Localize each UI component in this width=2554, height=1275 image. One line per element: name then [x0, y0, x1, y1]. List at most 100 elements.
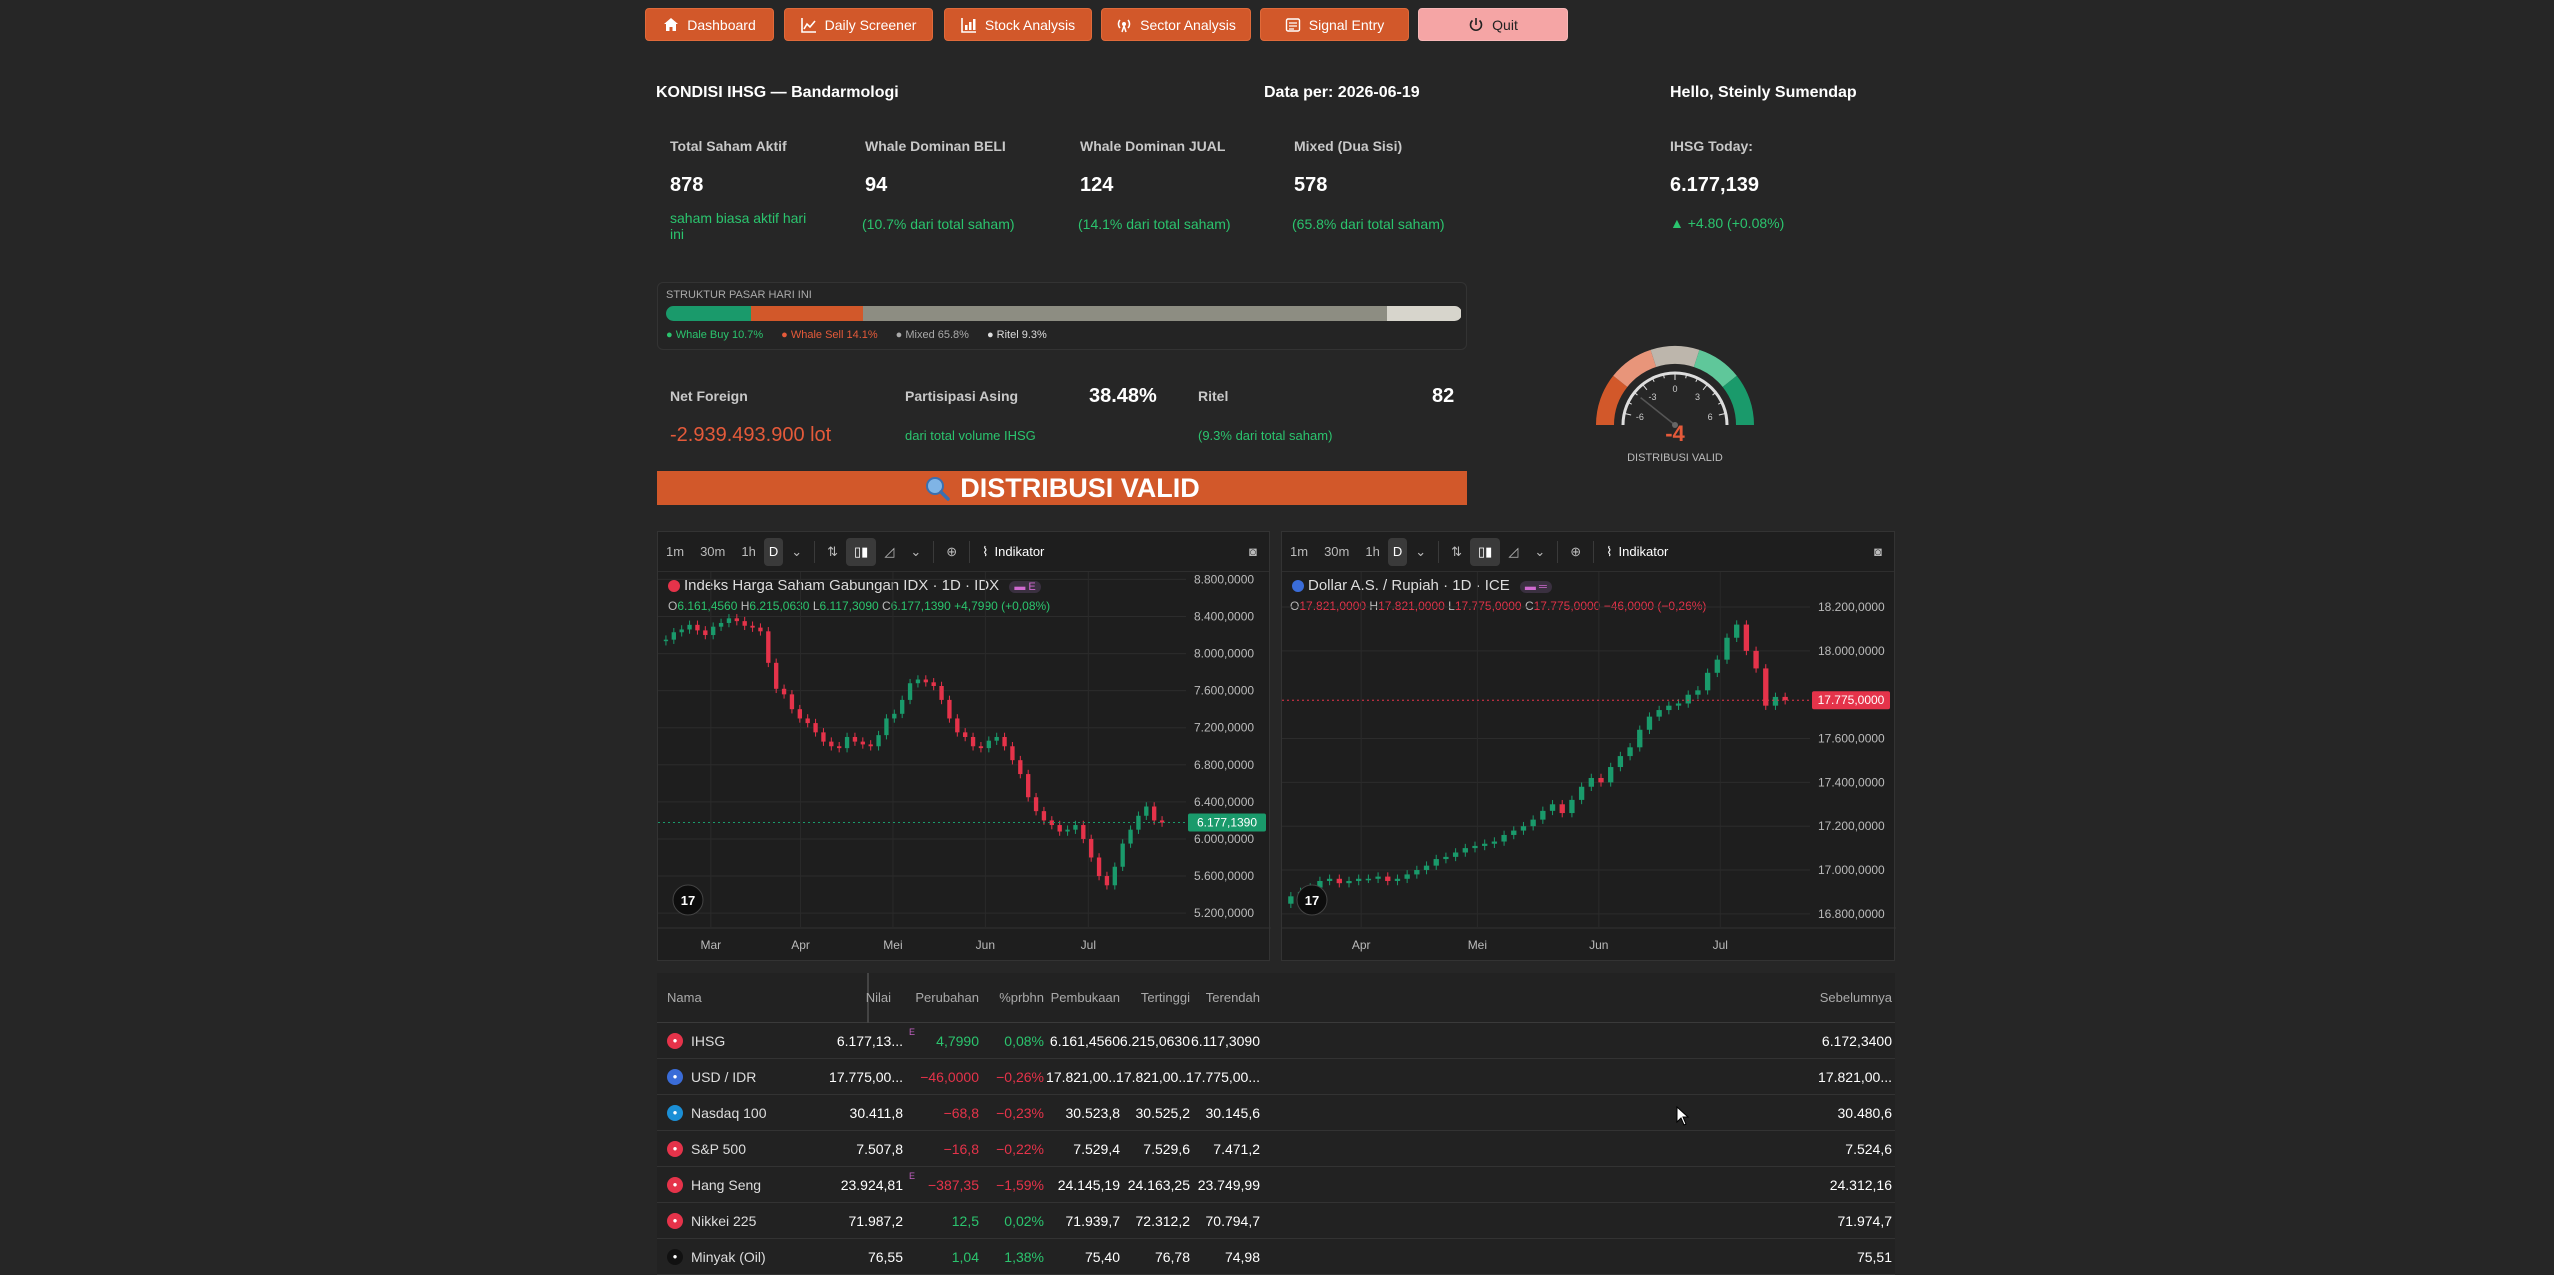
divider	[1593, 540, 1595, 563]
row-pct: 1,38%	[1004, 1248, 1044, 1265]
row-value: 17.775,00...	[829, 1068, 903, 1085]
tf-1m[interactable]: 1m	[658, 538, 692, 566]
row-change: −387,35	[928, 1176, 979, 1193]
nav-dashboard-button[interactable]: Dashboard	[645, 8, 774, 41]
row-name[interactable]: Nikkei 225	[691, 1213, 756, 1229]
table-body: ● IHSG 6.177,13... E 4,7990 0,08% 6.161,…	[657, 1023, 1895, 1275]
table-row[interactable]: ● S&P 500 7.507,8 −16,8 −0,22% 7.529,4 7…	[657, 1131, 1895, 1167]
x-tick-label: Apr	[1352, 938, 1371, 952]
candles-icon[interactable]: ▯▮	[1470, 537, 1501, 566]
nav-daily-screener-button[interactable]: Daily Screener	[784, 8, 933, 41]
col-nama[interactable]: Nama	[667, 990, 702, 1005]
nav-quit-button[interactable]: Quit	[1418, 8, 1568, 41]
row-low: 70.794,7	[1205, 1212, 1261, 1229]
chart-toolbar: 1m 30m 1h D ⌄ ⇅ ▯▮ ◿ ⌄ ⊕ ⌇ Indikator ◙	[1282, 532, 1894, 572]
table-row[interactable]: ● IHSG 6.177,13... E 4,7990 0,08% 6.161,…	[657, 1023, 1895, 1059]
chevron-down-icon[interactable]: ⌄	[1407, 538, 1434, 566]
row-name[interactable]: Minyak (Oil)	[691, 1249, 766, 1265]
nav-signal-entry-button[interactable]: Signal Entry	[1260, 8, 1409, 41]
col-nilai[interactable]: Nilai	[866, 990, 891, 1005]
x-tick-label: Jun	[1589, 938, 1608, 952]
sp500-icon: ●	[667, 1140, 683, 1157]
col-tertinggi[interactable]: Tertinggi	[1141, 990, 1190, 1005]
divider	[814, 540, 816, 563]
row-open: 30.523,8	[1065, 1104, 1121, 1121]
camera-icon[interactable]: ◙	[1241, 538, 1265, 566]
row-name[interactable]: S&P 500	[691, 1141, 746, 1157]
row-open: 24.145,19	[1057, 1176, 1120, 1193]
table-row[interactable]: ● Nikkei 225 71.987,2 12,5 0,02% 71.939,…	[657, 1203, 1895, 1239]
candle-body	[1089, 838, 1094, 858]
add-icon[interactable]: ⊕	[938, 538, 965, 566]
row-pct: −0,23%	[996, 1104, 1044, 1121]
nav-stock-analysis-label: Stock Analysis	[984, 16, 1076, 33]
candle-body	[963, 732, 968, 737]
x-tick-label: Jun	[976, 938, 995, 952]
usdidr-chart-panel: 1m 30m 1h D ⌄ ⇅ ▯▮ ◿ ⌄ ⊕ ⌇ Indikator ◙ Do…	[1281, 531, 1896, 962]
ihsg-candle-chart[interactable]: 8.800,0000 8.400,0000 8.000,0000 7.600,0000…	[658, 572, 1271, 962]
x-tick-label: Jul	[1081, 938, 1096, 952]
nav-sector-analysis-button[interactable]: Sector Analysis	[1101, 8, 1251, 41]
divider	[933, 540, 935, 563]
area-chart-icon[interactable]: ◿	[1500, 538, 1526, 566]
row-name[interactable]: Hang Seng	[691, 1177, 761, 1193]
row-high: 7.529,6	[1143, 1140, 1190, 1157]
row-name[interactable]: Nasdaq 100	[691, 1105, 767, 1121]
candle-body	[766, 631, 771, 663]
usdidr-candle-chart[interactable]: 18.200,0000 18.000,0000 17.600,0000 17.400,…	[1282, 572, 1896, 962]
table-row[interactable]: ● Hang Seng 23.924,81 E −387,35 −1,59% 2…	[657, 1167, 1895, 1203]
col-pct[interactable]: %prbhn	[999, 990, 1044, 1005]
tf-d[interactable]: D	[763, 537, 784, 566]
tf-1h[interactable]: 1h	[733, 538, 763, 566]
x-tick-label: Mar	[700, 938, 721, 952]
indikator-button[interactable]: ⌇ Indikator	[1598, 538, 1676, 566]
candle-body	[1065, 829, 1070, 832]
table-row[interactable]: ● Nasdaq 100 30.411,8 −68,8 −0,23% 30.52…	[657, 1095, 1895, 1131]
chevron-down-icon[interactable]: ⌄	[902, 538, 929, 566]
candles-icon[interactable]: ▯▮	[846, 537, 877, 566]
chevron-down-icon[interactable]: ⌄	[1526, 538, 1553, 566]
row-pct: 0,02%	[1004, 1212, 1044, 1229]
area-chart-icon[interactable]: ◿	[876, 538, 902, 566]
gauge-tick	[1634, 392, 1638, 396]
tradingview-logo-icon[interactable]: 17	[1296, 884, 1328, 916]
col-terendah[interactable]: Terendah	[1206, 990, 1260, 1005]
candle-body	[986, 740, 991, 749]
candle-body	[1772, 696, 1779, 706]
tf-1h[interactable]: 1h	[1357, 538, 1387, 566]
table-row[interactable]: ● USD / IDR 17.775,00... −46,0000 −0,26%…	[657, 1059, 1895, 1095]
y-tick-label: 6.800,0000	[1194, 758, 1254, 772]
tf-30m[interactable]: 30m	[692, 538, 733, 566]
candle-body	[884, 718, 889, 736]
candle-body	[1743, 624, 1750, 651]
row-open: 75,40	[1084, 1248, 1120, 1265]
row-pct: −1,59%	[996, 1176, 1044, 1193]
chevron-down-icon[interactable]: ⌄	[783, 538, 810, 566]
tradingview-logo-icon[interactable]: 17	[672, 884, 704, 916]
magnifier-icon	[926, 477, 950, 501]
tf-d[interactable]: D	[1387, 537, 1408, 566]
indicator-icon: ⌇	[1606, 543, 1613, 559]
col-pembukaan[interactable]: Pembukaan	[1051, 990, 1120, 1005]
tf-1m[interactable]: 1m	[1282, 538, 1316, 566]
col-sebelumnya[interactable]: Sebelumnya	[1820, 990, 1892, 1005]
structure-legend-item: ● Whale Sell 14.1%	[781, 329, 878, 341]
camera-icon[interactable]: ◙	[1866, 538, 1890, 566]
row-low: 6.117,3090	[1190, 1032, 1260, 1049]
ritel-value: 82	[1432, 385, 1455, 407]
compare-icon[interactable]: ⇅	[819, 538, 846, 566]
indikator-button[interactable]: ⌇ Indikator	[974, 538, 1052, 566]
candle-body	[1375, 876, 1381, 879]
row-name[interactable]: USD / IDR	[691, 1069, 756, 1085]
candle-body	[1018, 760, 1023, 775]
candle-body	[1617, 756, 1624, 768]
nav-stock-analysis-button[interactable]: Stock Analysis	[944, 8, 1092, 41]
tf-30m[interactable]: 30m	[1316, 538, 1357, 566]
compare-icon[interactable]: ⇅	[1443, 538, 1470, 566]
col-perubahan[interactable]: Perubahan	[915, 990, 979, 1005]
candle-body	[734, 618, 739, 622]
gauge-tick	[1712, 392, 1716, 396]
add-icon[interactable]: ⊕	[1562, 538, 1589, 566]
row-name[interactable]: IHSG	[691, 1033, 725, 1049]
candle-body	[1356, 878, 1362, 881]
